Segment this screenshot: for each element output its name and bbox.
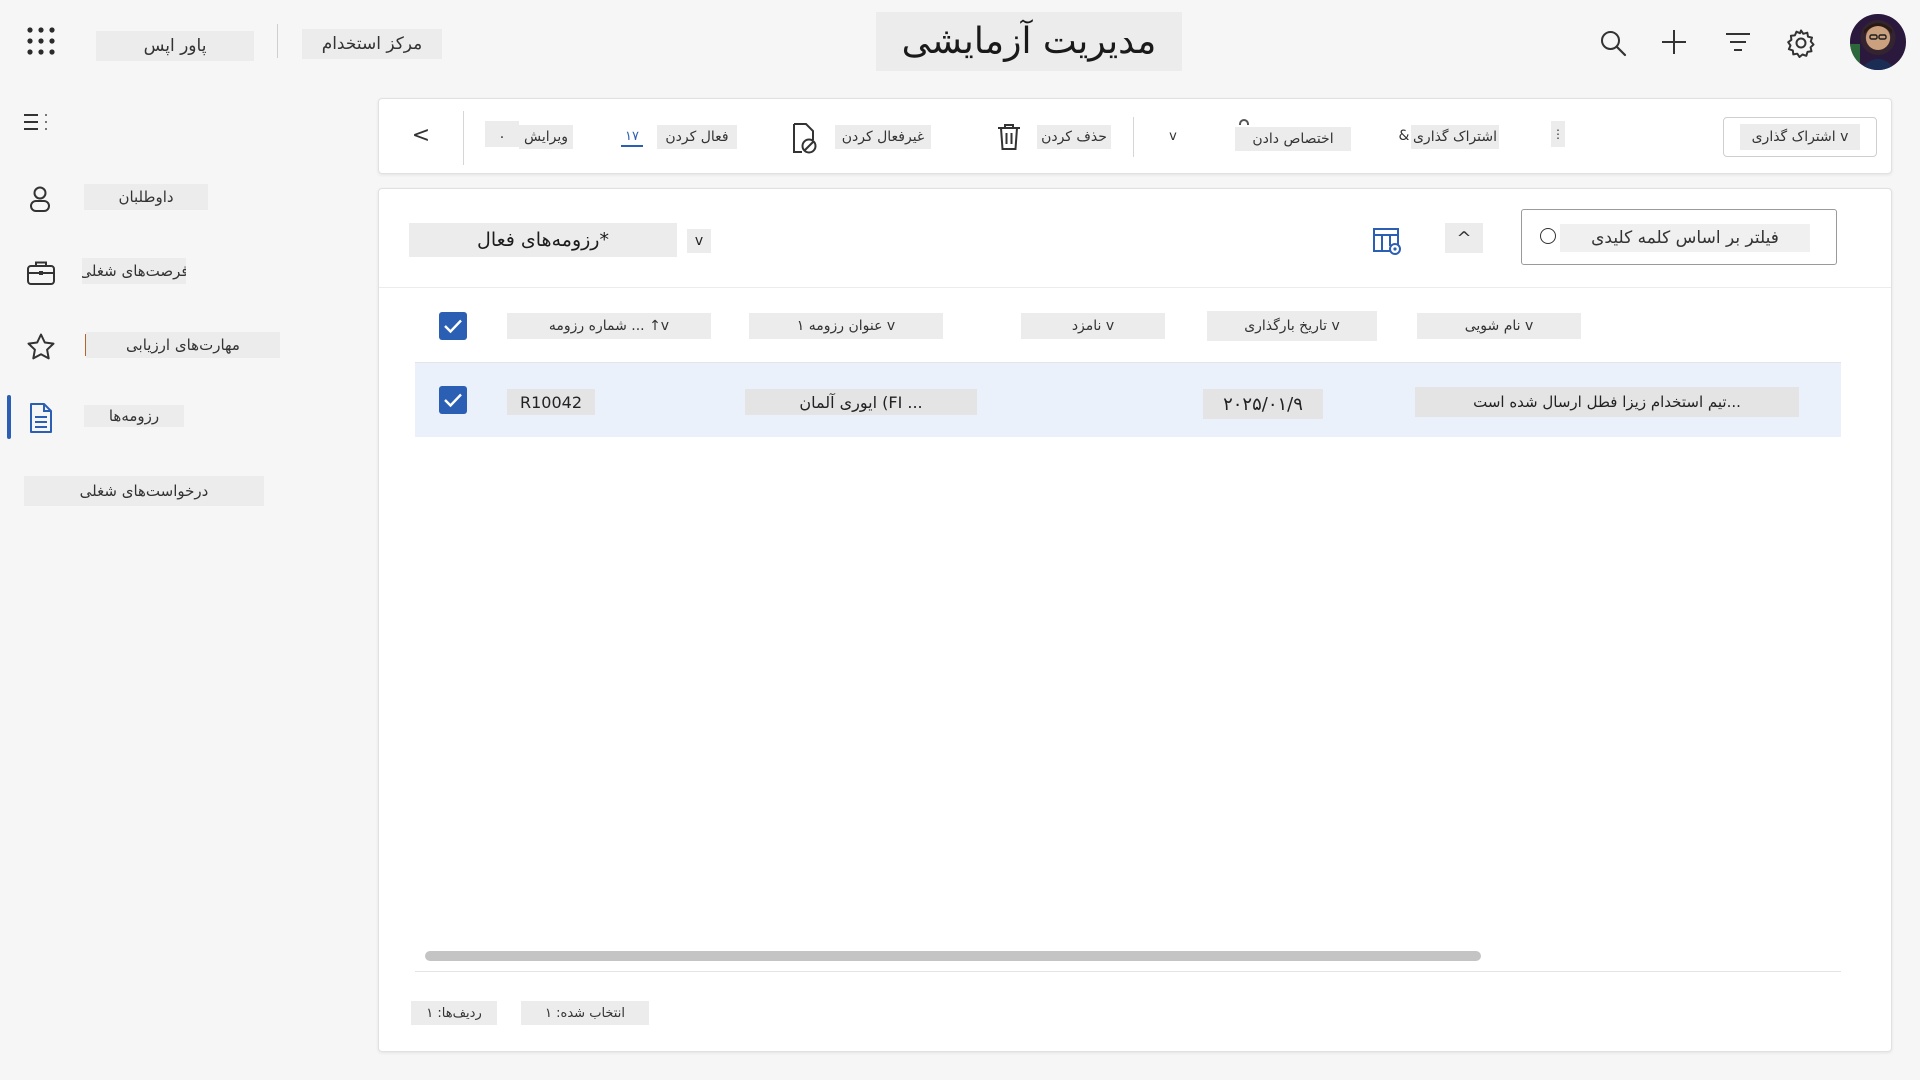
- list-toggle-icon[interactable]: [20, 110, 56, 134]
- search-icon[interactable]: [1597, 27, 1629, 59]
- briefcase-icon: [25, 258, 57, 288]
- overflow-kebab-icon[interactable]: ⋮: [1551, 121, 1565, 147]
- select-all-checkbox[interactable]: [439, 312, 467, 340]
- view-selector-chevron-icon[interactable]: v: [687, 229, 711, 253]
- avatar[interactable]: [1850, 14, 1906, 70]
- column-header-owner-name[interactable]: نام شویی v: [1417, 313, 1581, 339]
- command-bar: < . ویرایش ۱۷ فعال کردن غیرفعال کردن حذف…: [378, 98, 1892, 174]
- activate-badge-icon: ۱۷: [621, 127, 643, 147]
- app-header: پاور اپس مرکز استخدام مدیریت آزمایشی: [0, 0, 1920, 90]
- cell-owner-name[interactable]: تیم استخدام زیزا فطل ارسال شده است...: [1415, 387, 1799, 417]
- assign-button[interactable]: اختصاص دادن: [1235, 127, 1351, 151]
- grid-card: رزومه‌های فعال* v ^ فیلتر بر اساس کلمه ک…: [378, 188, 1892, 1052]
- toolbar-divider: [463, 111, 464, 165]
- share-dropdown-label: اشتراک گذاری v: [1740, 124, 1860, 150]
- chevron-down-icon[interactable]: v: [1163, 125, 1183, 147]
- column-settings-icon[interactable]: [1371, 225, 1403, 257]
- sidebar-item-label: مهارت‌های ارزیابی: [86, 332, 280, 358]
- deactivate-document-icon: [790, 121, 820, 155]
- selected-count-label: انتخاب شده: ۱: [521, 1001, 649, 1025]
- share-dropdown[interactable]: اشتراک گذاری v: [1723, 117, 1877, 157]
- header-divider: [277, 24, 278, 58]
- filter-icon[interactable]: [1722, 28, 1754, 56]
- sidebar-item-skills[interactable]: مهارت‌های ارزیابی: [0, 328, 300, 364]
- column-header-upload-date[interactable]: تاریخ بارگذاری v: [1207, 311, 1377, 341]
- more-options-button[interactable]: .: [485, 121, 519, 147]
- column-header-resume-title[interactable]: عنوان رزومه ۱ v: [749, 313, 943, 339]
- assign-icon: [1239, 119, 1249, 125]
- row-count-label: ردیف‌ها: ۱: [411, 1001, 497, 1025]
- app-launcher-icon[interactable]: [24, 24, 58, 58]
- hiring-center-button[interactable]: مرکز استخدام: [302, 29, 442, 59]
- toolbar-divider: [1133, 117, 1134, 157]
- cell-resume-title[interactable]: ایوری آلمان (FI ...: [745, 389, 977, 415]
- back-button[interactable]: <: [409, 123, 433, 148]
- cell-resume-number[interactable]: R10042: [507, 389, 595, 415]
- search-icon: [1540, 228, 1556, 244]
- power-apps-button[interactable]: پاور اپس: [96, 31, 254, 61]
- column-header-candidate[interactable]: نامزد v: [1021, 313, 1165, 339]
- row-checkbox[interactable]: [439, 386, 467, 414]
- sort-button[interactable]: ^: [1445, 223, 1483, 253]
- person-icon: [26, 184, 54, 214]
- keyword-filter-input[interactable]: فیلتر بر اساس کلمه کلیدی: [1521, 209, 1837, 265]
- view-title[interactable]: رزومه‌های فعال*: [409, 223, 677, 257]
- plus-icon[interactable]: [1658, 26, 1690, 58]
- sidebar-item-job-applications[interactable]: درخواست‌های شغلی: [24, 476, 264, 506]
- sidebar-item-jobs[interactable]: فرصت‌های شغلی: [0, 254, 300, 290]
- star-icon: [25, 331, 57, 363]
- footer-divider: [415, 971, 1841, 972]
- sidebar-item-resumes[interactable]: رزومه‌ها: [0, 395, 300, 441]
- sidebar-item-label: رزومه‌ها: [84, 405, 184, 427]
- activate-button[interactable]: فعال کردن: [657, 125, 737, 149]
- gear-icon[interactable]: [1784, 26, 1818, 60]
- delete-button[interactable]: حذف کردن: [1037, 125, 1111, 149]
- cell-upload-date: ۲۰۲۵/۰۱/۹: [1203, 389, 1323, 419]
- sidebar-item-label: فرصت‌های شغلی: [82, 258, 186, 284]
- column-header-resume-number[interactable]: شماره رزومه ... ↑v: [507, 313, 711, 339]
- edit-button[interactable]: ویرایش: [519, 125, 573, 149]
- sidebar-item-label: داوطلبان: [84, 184, 208, 210]
- document-icon: [26, 401, 56, 435]
- app-title: مدیریت آزمایشی: [876, 12, 1182, 71]
- sidebar: داوطلبان فرصت‌های شغلی مهارت‌های ارزیابی…: [0, 100, 300, 520]
- trash-icon: [994, 121, 1024, 153]
- table-row[interactable]: R10042 ایوری آلمان (FI ... ۲۰۲۵/۰۱/۹ تیم…: [415, 363, 1841, 437]
- horizontal-scrollbar-thumb[interactable]: [425, 951, 1481, 961]
- keyword-filter-placeholder: فیلتر بر اساس کلمه کلیدی: [1560, 224, 1810, 252]
- share-button[interactable]: اشتراک گذاری: [1411, 125, 1499, 149]
- grid-header-separator: [379, 287, 1891, 288]
- sidebar-item-candidates[interactable]: داوطلبان: [0, 180, 300, 216]
- deactivate-button[interactable]: غیرفعال کردن: [835, 125, 931, 149]
- active-indicator: [7, 395, 11, 439]
